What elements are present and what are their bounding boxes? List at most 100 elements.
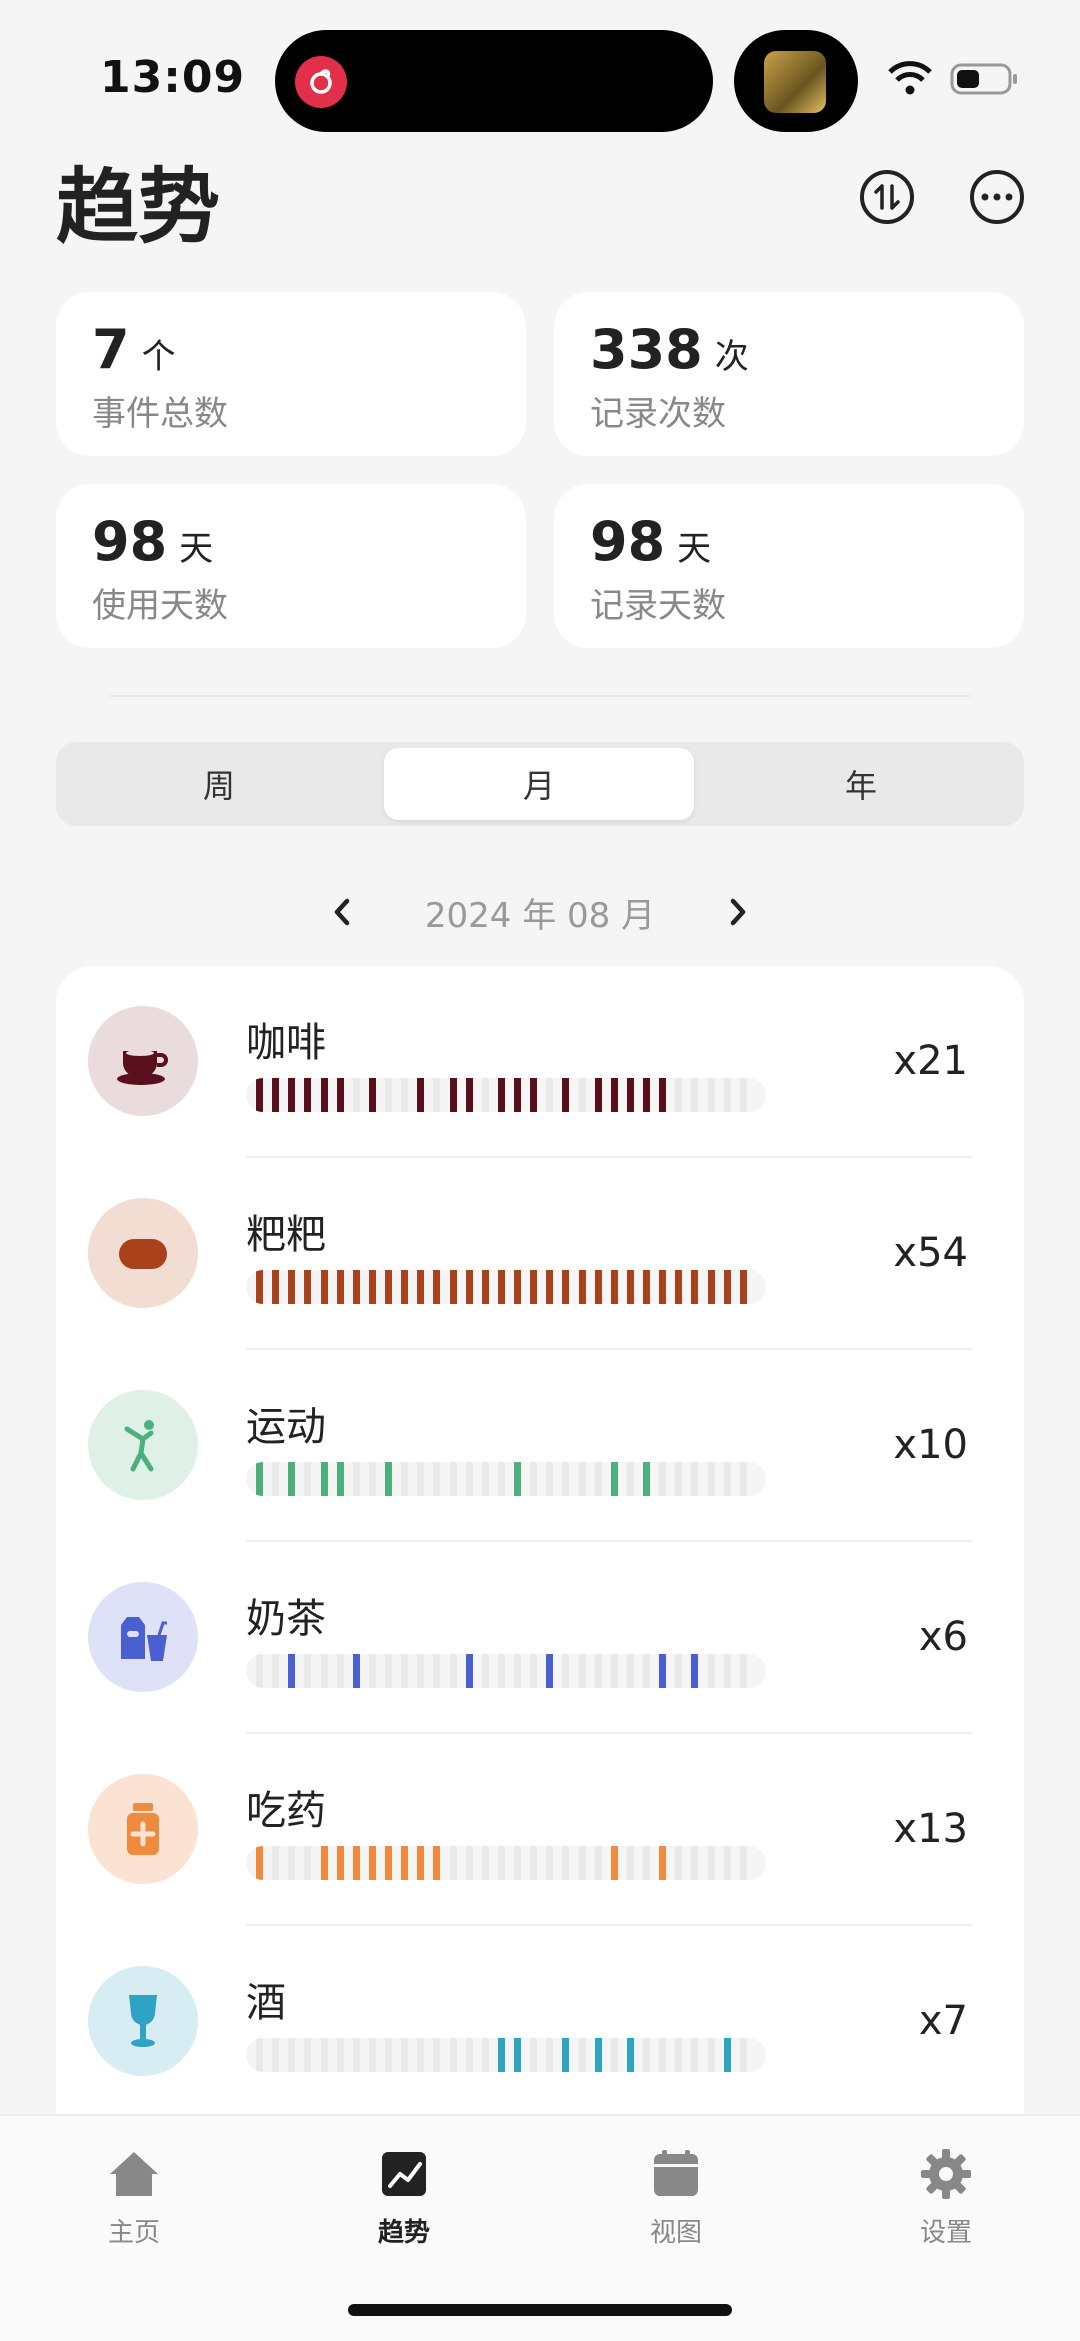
day-6-mark [336, 1270, 344, 1304]
day-29-mark [707, 1462, 715, 1496]
home-indicator[interactable] [348, 2304, 732, 2316]
day-5-mark [320, 1270, 328, 1304]
tab-home[interactable]: 主页 [34, 2146, 234, 2266]
day-15-mark [481, 1654, 489, 1688]
day-31-mark [739, 2038, 747, 2072]
day-4-mark [304, 1654, 312, 1688]
event-name: 奶茶 [246, 1596, 326, 1642]
music-app-icon[interactable] [295, 56, 347, 108]
day-22-mark [594, 2038, 602, 2072]
tab-view[interactable]: 视图 [576, 2146, 776, 2266]
event-count: x54 [893, 1230, 968, 1276]
day-1-mark [256, 1462, 263, 1496]
day-12-mark [433, 1078, 441, 1112]
day-23-mark [610, 1078, 618, 1112]
event-count: x6 [918, 1614, 968, 1660]
event-row-wine[interactable]: 酒 x7 [56, 1926, 1024, 2118]
segment-week[interactable]: 周 [64, 748, 374, 820]
day-5-mark [320, 1078, 328, 1112]
day-25-mark [643, 1270, 651, 1304]
day-28-mark [691, 1270, 699, 1304]
day-16-mark [497, 2038, 505, 2072]
day-25-mark [643, 1078, 651, 1112]
chevron-left-icon [334, 898, 350, 926]
segment-month[interactable]: 月 [384, 748, 694, 820]
day-22-mark [594, 1846, 602, 1880]
event-row-coffee[interactable]: 咖啡 x21 [56, 966, 1024, 1158]
day-27-mark [675, 1654, 683, 1688]
day-17-mark [514, 1846, 522, 1880]
day-15-mark [481, 1270, 489, 1304]
day-11-mark [417, 1462, 425, 1496]
previous-month-button[interactable] [322, 892, 362, 932]
day-8-mark [368, 1270, 376, 1304]
day-2-mark [272, 2038, 280, 2072]
day-6-mark [336, 2038, 344, 2072]
day-18-mark [530, 2038, 538, 2072]
day-9-mark [385, 1846, 393, 1880]
day-29-mark [707, 2038, 715, 2072]
day-17-mark [514, 2038, 522, 2072]
ellipsis-icon [981, 193, 1013, 201]
day-21-mark [578, 1078, 586, 1112]
day-5-mark [320, 1654, 328, 1688]
day-18-mark [530, 1654, 538, 1688]
day-20-mark [562, 1270, 570, 1304]
album-art-icon [764, 51, 826, 113]
segment-year[interactable]: 年 [706, 748, 1016, 820]
day-28-mark [691, 1078, 699, 1112]
chevron-right-icon [730, 898, 746, 926]
event-icon-bg [88, 1774, 198, 1884]
day-14-mark [465, 1462, 473, 1496]
day-11-mark [417, 1846, 425, 1880]
day-31-mark [739, 1654, 747, 1688]
day-3-mark [288, 1462, 296, 1496]
day-27-mark [675, 2038, 683, 2072]
day-19-mark [546, 1846, 554, 1880]
day-2-mark [272, 1846, 280, 1880]
day-17-mark [514, 1654, 522, 1688]
tab-settings[interactable]: 设置 [846, 2146, 1046, 2266]
day-7-mark [352, 1654, 360, 1688]
day-25-mark [643, 1462, 651, 1496]
home-icon [110, 2152, 158, 2196]
day-19-mark [546, 1078, 554, 1112]
day-6-mark [336, 1462, 344, 1496]
day-1-mark [256, 1654, 263, 1688]
day-15-mark [481, 1846, 489, 1880]
day-27-mark [675, 1846, 683, 1880]
stat-card-events: 7个 事件总数 [56, 292, 526, 456]
next-month-button[interactable] [718, 892, 758, 932]
day-5-mark [320, 1846, 328, 1880]
sort-button[interactable] [860, 170, 914, 224]
day-21-mark [578, 1270, 586, 1304]
day-10-mark [401, 2038, 409, 2072]
event-count: x10 [893, 1422, 968, 1468]
event-row-milk-tea[interactable]: 奶茶 x6 [56, 1542, 1024, 1734]
day-31-mark [739, 1462, 747, 1496]
now-playing-island[interactable] [734, 30, 858, 132]
dynamic-island[interactable] [275, 30, 713, 132]
day-27-mark [675, 1462, 683, 1496]
gear-icon [921, 2149, 971, 2199]
day-7-mark [352, 2038, 360, 2072]
day-21-mark [578, 2038, 586, 2072]
wifi-icon [888, 61, 932, 95]
day-12-mark [433, 2038, 441, 2072]
event-row-poop[interactable]: 粑粑 x54 [56, 1158, 1024, 1350]
day-24-mark [626, 2038, 634, 2072]
day-2-mark [272, 1654, 280, 1688]
day-19-mark [546, 1654, 554, 1688]
status-bar: 13:09 [0, 0, 1080, 132]
day-3-mark [288, 1270, 296, 1304]
event-row-exercise[interactable]: 运动 x10 [56, 1350, 1024, 1542]
tab-trend[interactable]: 趋势 [304, 2146, 504, 2266]
more-options-button[interactable] [970, 170, 1024, 224]
day-28-mark [691, 2038, 699, 2072]
day-7-mark [352, 1270, 360, 1304]
day-21-mark [578, 1462, 586, 1496]
event-name: 吃药 [246, 1788, 326, 1834]
day-30-mark [723, 1270, 731, 1304]
event-row-medicine[interactable]: 吃药 x13 [56, 1734, 1024, 1926]
tab-label: 设置 [919, 2218, 972, 2248]
